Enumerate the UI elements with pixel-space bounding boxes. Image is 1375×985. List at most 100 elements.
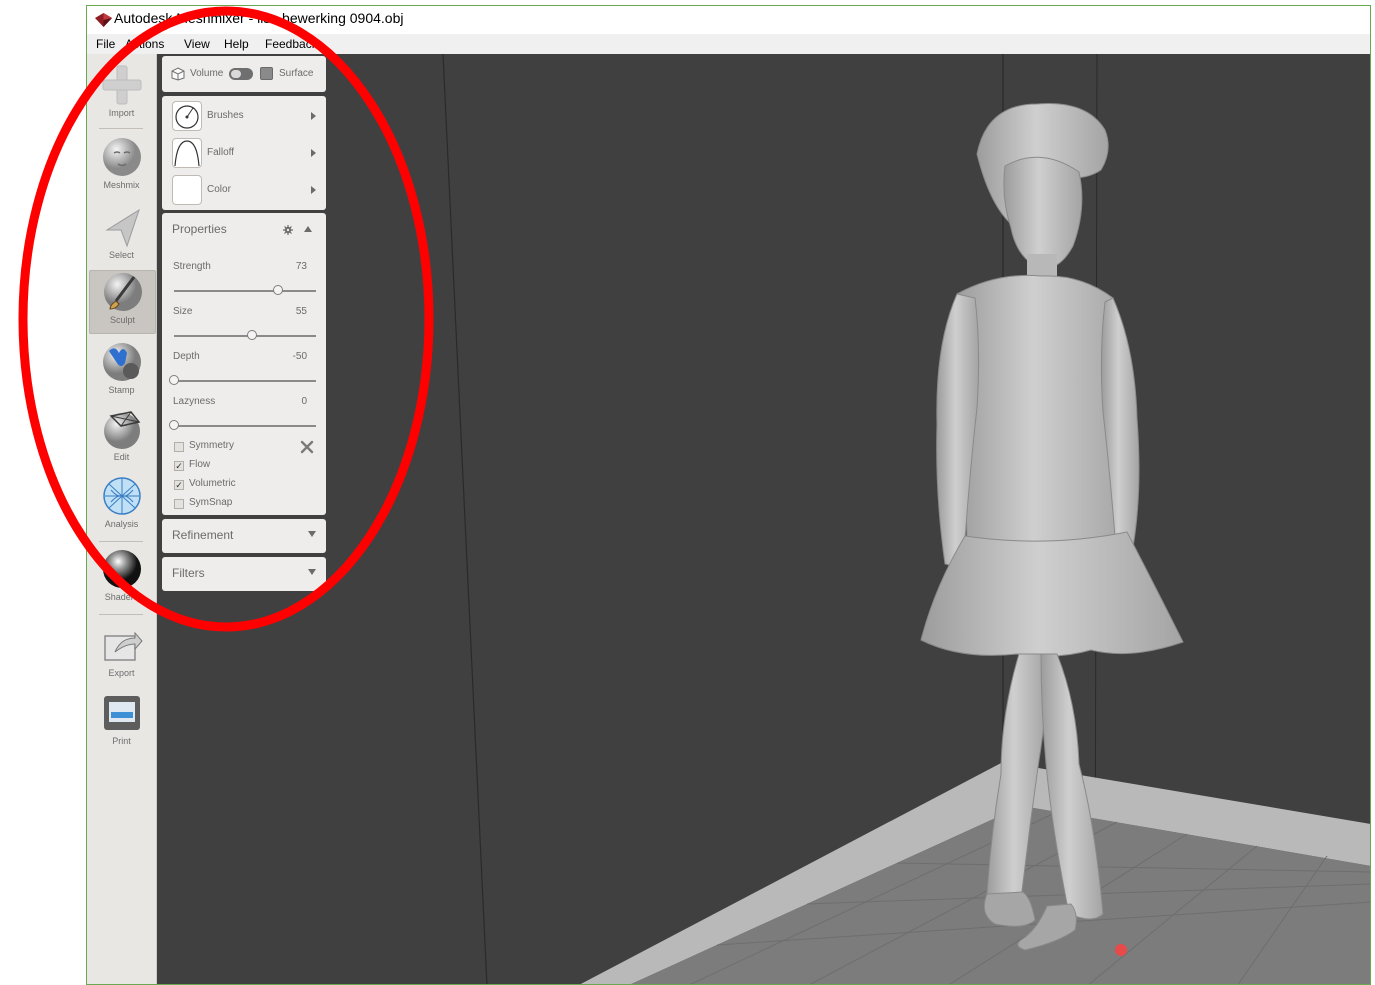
select-arrow-icon	[104, 208, 140, 248]
tool-label: Select	[108, 250, 134, 260]
color-label: Color	[207, 184, 231, 195]
slider-knob[interactable]	[247, 330, 258, 340]
color-swatch-icon	[172, 175, 202, 205]
tool-edit[interactable]: Edit	[89, 408, 154, 462]
tool-select[interactable]: Select	[89, 206, 154, 260]
expand-right-icon	[311, 149, 316, 157]
room-edge-line	[442, 54, 488, 984]
tool-import[interactable]: Import	[89, 64, 154, 118]
color-row[interactable]: Color	[172, 175, 318, 207]
expand-right-icon	[311, 186, 316, 194]
brushes-panel: Brushes Falloff Color	[162, 96, 326, 210]
tool-shaders[interactable]: Shaders	[89, 548, 154, 602]
window-title: Autodesk Meshmixer - lisa bewerking 0904…	[114, 10, 404, 26]
falloff-label: Falloff	[207, 147, 235, 158]
depth-value: -50	[292, 351, 307, 362]
surface-icon	[260, 67, 273, 80]
tool-label: Stamp	[108, 385, 135, 395]
meshmix-face-icon	[102, 138, 141, 176]
symsnap-label: SymSnap	[189, 497, 233, 508]
strength-slider[interactable]	[174, 285, 316, 295]
title-bar: Autodesk Meshmixer - lisa bewerking 0904…	[87, 6, 1370, 34]
tool-label: Import	[108, 108, 135, 118]
tool-label: Edit	[113, 452, 130, 462]
menu-view[interactable]: View	[184, 37, 210, 51]
tool-label: Meshmix	[103, 180, 140, 190]
menu-help[interactable]: Help	[224, 37, 249, 51]
tool-label: Shaders	[104, 592, 139, 602]
expand-right-icon	[311, 112, 316, 120]
tool-stamp[interactable]: Stamp	[89, 341, 154, 395]
meshmixer-logo-icon	[95, 13, 112, 27]
divider	[99, 128, 143, 129]
brushes-label: Brushes	[207, 110, 244, 121]
tool-label: Sculpt	[109, 315, 135, 325]
brushes-row[interactable]: Brushes	[172, 101, 318, 133]
tool-meshmix[interactable]: Meshmix	[89, 136, 154, 190]
scene	[442, 54, 1370, 984]
lazyness-label: Lazyness	[173, 396, 216, 407]
falloff-row[interactable]: Falloff	[172, 138, 318, 170]
tool-print[interactable]: Print	[89, 692, 154, 746]
toggle-knob	[231, 70, 241, 78]
properties-title: Properties	[172, 222, 227, 236]
falloff-curve-icon	[172, 138, 202, 168]
surface-label[interactable]: Surface	[279, 68, 313, 79]
size-value: 55	[295, 306, 307, 317]
edit-icon	[103, 411, 140, 449]
3d-viewport[interactable]	[157, 54, 1370, 984]
depth-slider[interactable]	[169, 375, 316, 385]
filters-title: Filters	[172, 566, 205, 580]
analysis-icon	[102, 477, 141, 515]
mode-panel: Volume Surface	[162, 56, 326, 92]
checkbox-box[interactable]: ✓	[174, 461, 184, 471]
lazyness-slider[interactable]	[169, 420, 316, 430]
menu-feedback[interactable]: Feedback	[265, 37, 318, 51]
strength-label: Strength	[173, 261, 211, 272]
checkbox-box[interactable]	[174, 442, 184, 452]
depth-label: Depth	[173, 351, 200, 362]
expand-down-icon	[308, 569, 316, 575]
divider	[99, 614, 143, 615]
refinement-title: Refinement	[172, 528, 234, 542]
tool-label: Print	[112, 736, 131, 746]
slider-knob[interactable]	[272, 285, 283, 295]
size-label: Size	[173, 306, 193, 317]
properties-header[interactable]: Properties	[162, 213, 326, 245]
tool-export[interactable]: Export	[89, 624, 154, 678]
shader-sphere-icon	[102, 550, 141, 588]
slider-knob[interactable]	[169, 420, 179, 430]
brushes-icon	[172, 101, 202, 131]
divider	[99, 541, 143, 542]
expand-down-icon	[308, 531, 316, 537]
menu-file[interactable]: File	[96, 37, 115, 51]
cube-icon	[171, 67, 185, 81]
symmetry-label: Symmetry	[189, 440, 234, 451]
filters-panel[interactable]: Filters	[162, 557, 326, 591]
tool-sculpt[interactable]: Sculpt	[89, 270, 156, 334]
properties-panel: Properties Strength 73 Size 55 Depth -50…	[162, 213, 326, 515]
refinement-panel[interactable]: Refinement	[162, 519, 326, 553]
checkbox-box[interactable]: ✓	[174, 480, 184, 490]
collapse-up-icon[interactable]	[304, 226, 312, 232]
strength-value: 73	[295, 261, 307, 272]
gear-icon[interactable]	[283, 225, 293, 235]
menu-actions[interactable]: Actions	[125, 37, 164, 51]
tool-label: Export	[108, 668, 135, 678]
sculpt-brush-icon	[103, 273, 142, 311]
menu-bar: File Actions View Help Feedback	[87, 34, 1370, 54]
tool-analysis[interactable]: Analysis	[89, 475, 154, 529]
slider-knob[interactable]	[169, 375, 179, 385]
lazyness-value: 0	[301, 396, 307, 407]
print-icon	[103, 696, 140, 730]
flow-label: Flow	[189, 459, 211, 470]
size-slider[interactable]	[174, 330, 316, 340]
volume-label[interactable]: Volume	[190, 68, 223, 79]
symmetry-tools-icon[interactable]	[300, 440, 314, 454]
export-icon	[103, 631, 143, 661]
stamp-icon	[102, 343, 141, 381]
mode-toggle[interactable]	[229, 68, 253, 80]
checkbox-box[interactable]	[174, 499, 184, 509]
plus-icon	[102, 65, 141, 105]
tool-label: Analysis	[104, 519, 139, 529]
